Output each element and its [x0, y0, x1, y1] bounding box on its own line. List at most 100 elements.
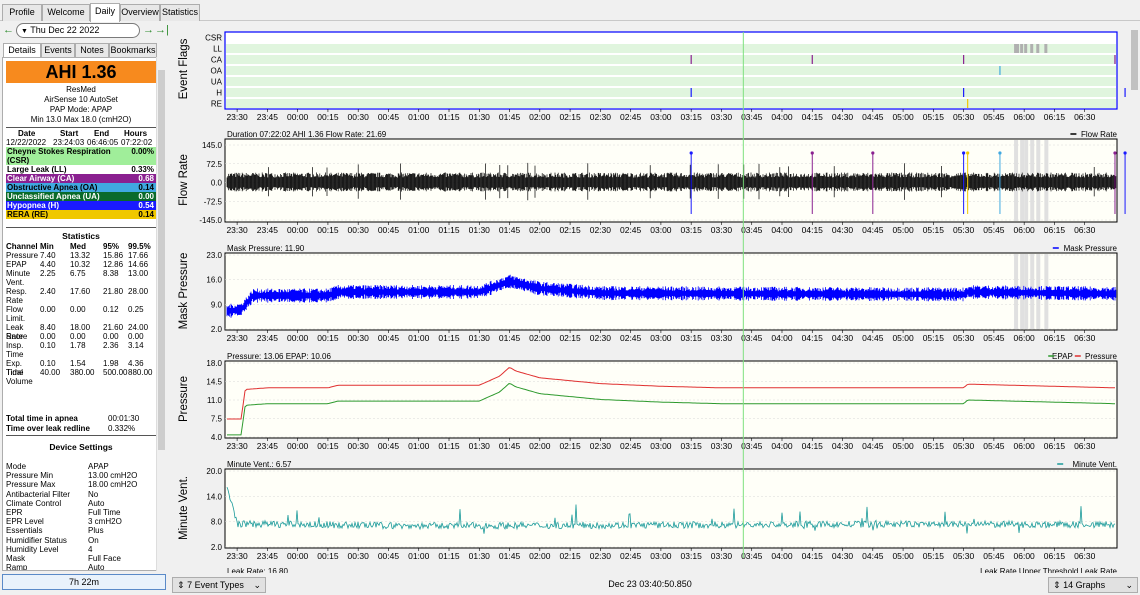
- date-picker[interactable]: ▼ Thu Dec 22 2022: [16, 23, 140, 38]
- setting-name: Humidity Level: [6, 544, 59, 554]
- setting-value: Auto: [88, 498, 105, 508]
- time-tick-label: 06:15: [1044, 225, 1066, 235]
- flag-row-band: [226, 77, 1116, 86]
- divider: [6, 127, 156, 128]
- y-axis-title: Flow Rate: [178, 154, 190, 206]
- setting-name: Antibacterial Filter: [6, 489, 71, 499]
- plot-frame[interactable]: [224, 360, 1118, 439]
- time-tick-label: 03:15: [681, 225, 703, 235]
- time-tick-label: 04:00: [771, 551, 793, 561]
- time-tick-label: 01:30: [469, 441, 491, 451]
- time-tick-label: 01:00: [408, 112, 430, 122]
- time-tick-label: 00:15: [317, 333, 339, 343]
- event-types-dropdown[interactable]: ⇕ 7 Event Types ⌄: [172, 577, 266, 593]
- side-panel-scroll-thumb[interactable]: [158, 70, 165, 450]
- statistics-cell: 7.40: [40, 251, 56, 260]
- legend-label: Leak Rate Upper Threshold Leak Rate: [980, 567, 1117, 573]
- event-marker-dot[interactable]: [1123, 151, 1127, 155]
- time-tick-label: 01:30: [469, 225, 491, 235]
- flag-mark[interactable]: [1044, 44, 1048, 53]
- statistics-cell: 21.80: [103, 287, 124, 296]
- total-duration[interactable]: 7h 22m: [2, 574, 166, 590]
- event-value: 0.14: [138, 183, 154, 192]
- time-tick-label: 23:30: [226, 551, 248, 561]
- graph-scroll-thumb[interactable]: [1131, 30, 1138, 90]
- statistics-cell: 21.60: [103, 323, 124, 332]
- graph-header: Duration 07:22:02 AHI 1.36 Flow Rate: 21…: [227, 130, 387, 139]
- statistics-cell: 10.32: [70, 260, 91, 269]
- flag-mark[interactable]: [1020, 44, 1024, 53]
- date-value: Thu Dec 22 2022: [30, 25, 100, 35]
- event-marker-dot[interactable]: [966, 151, 970, 155]
- y-tick-label: 2.0: [211, 325, 223, 334]
- statistics-row-name: EPAP: [6, 260, 27, 269]
- flag-mark[interactable]: [1036, 44, 1040, 53]
- time-tick-label: 05:00: [892, 112, 914, 122]
- statistics-cell: 0.25: [128, 305, 144, 314]
- event-marker-dot[interactable]: [998, 151, 1002, 155]
- setting-value: Full Time: [88, 508, 121, 517]
- event-marker-dot[interactable]: [871, 151, 875, 155]
- pressure-range: Min 13.0 Max 18.0 (cmH2O): [30, 115, 132, 124]
- time-tick-label: 05:15: [923, 551, 945, 561]
- flag-mark[interactable]: [1030, 44, 1034, 53]
- time-tick-label: 06:00: [1014, 441, 1036, 451]
- graph-area[interactable]: Event Flags CSR LL CA OA UA H RE 23:30 23:45 00:00…: [170, 23, 1128, 573]
- side-tab-events[interactable]: Events: [41, 43, 75, 57]
- time-tick-label: 06:00: [1014, 225, 1036, 235]
- y-tick-label: 7.5: [211, 415, 223, 424]
- time-tick-label: 02:30: [590, 441, 612, 451]
- y-tick-label: 16.0: [206, 276, 222, 285]
- previous-day-icon[interactable]: ←: [3, 24, 14, 36]
- graph-scrollbar[interactable]: [1129, 23, 1140, 573]
- time-tick-label: 02:45: [620, 225, 642, 235]
- flag-mark[interactable]: [1024, 44, 1028, 53]
- cursor-timestamp: Dec 23 03:40:50.850: [608, 579, 692, 589]
- statistics-row-name: Flow Limit.: [6, 305, 26, 323]
- event-row: Obstructive Apnea (OA) 0.14: [6, 183, 156, 192]
- event-label: Clear Airway (CA): [7, 174, 75, 183]
- time-tick-label: 03:15: [681, 112, 703, 122]
- time-tick-label: 05:30: [953, 225, 975, 235]
- tab-profile[interactable]: Profile: [2, 4, 42, 21]
- tab-welcome[interactable]: Welcome: [42, 4, 90, 21]
- event-marker-dot[interactable]: [1113, 151, 1117, 155]
- event-marker-dot[interactable]: [962, 151, 966, 155]
- setting-value: Plus: [88, 526, 104, 536]
- time-tick-label: 01:15: [438, 225, 460, 235]
- statistics-cell: 12.86: [103, 260, 124, 269]
- time-tick-label: 01:45: [499, 112, 521, 122]
- side-tab-details[interactable]: Details: [3, 43, 41, 57]
- time-tick-label: 03:00: [650, 225, 672, 235]
- last-day-icon[interactable]: →|: [155, 24, 169, 36]
- graph-canvas[interactable]: Event Flags CSR LL CA OA UA H RE 23:30 23:45 00:00…: [170, 23, 1128, 573]
- time-tick-label: 01:00: [408, 225, 430, 235]
- event-marker-dot[interactable]: [689, 151, 693, 155]
- time-tick-label: 02:00: [529, 441, 551, 451]
- tab-overview[interactable]: Overview: [120, 4, 160, 21]
- side-tab-notes[interactable]: Notes: [75, 43, 109, 57]
- time-tick-label: 01:45: [499, 225, 521, 235]
- side-tab-bookmarks[interactable]: Bookmarks: [109, 43, 157, 57]
- y-tick-label: 23.0: [206, 251, 222, 260]
- statistics-cell: 40.00: [40, 368, 61, 377]
- statistics-cell: 14.66: [128, 260, 149, 269]
- graph-header: Minute Vent.: 6.57: [227, 460, 292, 469]
- main-tab-bar: Profile Welcome Daily Overview Statistic…: [0, 0, 1140, 22]
- event-label: Large Leak (LL): [7, 165, 67, 174]
- time-tick-label: 06:15: [1044, 441, 1066, 451]
- flag-row-label: CA: [211, 56, 223, 65]
- event-value: 0.14: [138, 210, 154, 219]
- divider: [6, 227, 156, 228]
- time-tick-label: 05:15: [923, 225, 945, 235]
- flag-row-label: UA: [211, 78, 223, 87]
- plot-frame[interactable]: [224, 468, 1118, 549]
- next-day-icon[interactable]: →: [143, 24, 154, 36]
- time-tick-label: 06:00: [1014, 333, 1036, 343]
- graphs-dropdown[interactable]: ⇕ 14 Graphs ⌄: [1048, 577, 1138, 593]
- tab-daily[interactable]: Daily: [90, 3, 120, 22]
- flag-mark[interactable]: [1016, 44, 1020, 53]
- tab-statistics[interactable]: Statistics: [160, 4, 200, 21]
- event-marker-dot[interactable]: [810, 151, 814, 155]
- bottom-bar: ⇕ 7 Event Types ⌄ Dec 23 03:40:50.850 ⇕ …: [170, 575, 1140, 595]
